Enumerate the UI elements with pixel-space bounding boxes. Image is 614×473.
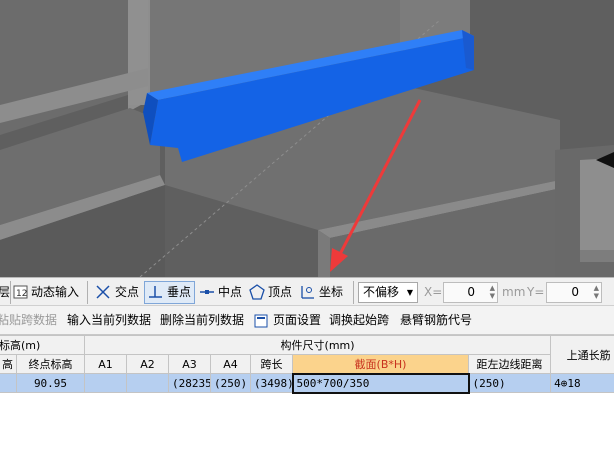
col-header-end-elev[interactable]: 终点标高 [16, 354, 85, 374]
cell-section[interactable]: 500*700/350 [291, 372, 470, 394]
cell-a4[interactable]: (250) [210, 373, 251, 393]
intersection-button[interactable]: 交点 [115, 282, 139, 303]
layer-button[interactable]: 层 [0, 282, 10, 303]
chevron-down-icon: ▼ [406, 288, 413, 297]
spinner-icon[interactable]: ▲ ▼ [589, 284, 599, 301]
col-header-span-length[interactable]: 跨长 [250, 354, 293, 374]
cell-a2[interactable] [126, 373, 169, 393]
separator [353, 281, 354, 304]
intersection-icon [96, 285, 110, 299]
svg-text:12: 12 [16, 289, 27, 299]
paste-span-button[interactable]: 粘贴跨数据 [0, 310, 57, 331]
spinner-icon[interactable]: ▲ ▼ [485, 284, 495, 301]
col-header-top-through-bar[interactable]: 上通长筋 [550, 335, 614, 374]
snap-toolbar: 层 12 动态输入 交点 垂点 中点 顶点 坐标 不偏移 ▼ X= 0 ▲ ▼ m… [0, 277, 614, 306]
col-header-a1[interactable]: A1 [84, 354, 127, 374]
table-row[interactable]: 90.95 (28235 (250) (3498) 500*700/350 (2… [0, 372, 614, 394]
separator [87, 281, 88, 304]
cell-a1[interactable] [84, 373, 127, 393]
coordinate-button[interactable]: 坐标 [319, 282, 343, 303]
cantilever-code-button[interactable]: 悬臂钢筋代号 [400, 310, 472, 331]
separator [10, 281, 11, 304]
col-header-section[interactable]: 截面(B*H) [292, 354, 469, 374]
coordinate-icon [301, 286, 314, 299]
3d-viewport[interactable] [0, 0, 614, 277]
dynamic-input-icon: 12 [13, 285, 28, 299]
page-setup-icon [254, 314, 268, 328]
midpoint-icon [200, 290, 214, 294]
midpoint-button[interactable]: 中点 [218, 282, 242, 303]
col-header-left-edge-distance[interactable]: 距左边线距离 [467, 354, 552, 374]
cell-top-through-bar[interactable]: 4⊕18 [550, 373, 614, 393]
offset-mode-value: 不偏移 [363, 285, 400, 299]
cell-start-elev[interactable] [0, 373, 17, 393]
delete-column-button[interactable]: 删除当前列数据 [160, 310, 244, 331]
perpendicular-button[interactable]: 垂点 [167, 282, 191, 303]
col-header-a4[interactable]: A4 [210, 354, 251, 374]
group-header-elevation: 标高(m) [0, 335, 85, 355]
span-table: 标高(m) 构件尺寸(mm) 上通长筋 高 终点标高 A1 A2 A3 A4 跨… [0, 335, 614, 394]
page-setup-button[interactable]: 页面设置 [273, 310, 321, 331]
span-toolbar: 粘贴跨数据 输入当前列数据 删除当前列数据 页面设置 调换起始跨 悬臂钢筋代号 [0, 306, 614, 335]
adjust-start-span-button[interactable]: 调换起始跨 [329, 310, 389, 331]
col-header-a3[interactable]: A3 [168, 354, 211, 374]
cell-a3[interactable]: (28235 [168, 373, 211, 393]
vertex-button[interactable]: 顶点 [268, 282, 292, 303]
x-offset-value: 0 [467, 285, 475, 299]
cell-span-length[interactable]: (3498) [250, 373, 293, 393]
x-unit: mm [502, 285, 526, 299]
offset-mode-select[interactable]: 不偏移 ▼ [358, 282, 418, 303]
x-label: X= [424, 285, 443, 299]
cell-left-edge-distance[interactable]: (250) [467, 373, 552, 393]
perpendicular-icon [149, 286, 162, 298]
cell-end-elev[interactable]: 90.95 [16, 373, 85, 393]
y-offset-value: 0 [571, 285, 579, 299]
x-offset-input[interactable]: 0 ▲ ▼ [443, 282, 498, 303]
group-header-size: 构件尺寸(mm) [83, 335, 552, 355]
col-header-a2[interactable]: A2 [126, 354, 169, 374]
col-header-start-elev[interactable]: 高 [0, 354, 17, 374]
y-label: Y= [527, 285, 545, 299]
y-offset-input[interactable]: 0 ▲ ▼ [546, 282, 602, 303]
viewport-scene [0, 0, 614, 277]
input-column-button[interactable]: 输入当前列数据 [67, 310, 151, 331]
dynamic-input-button[interactable]: 动态输入 [31, 282, 79, 303]
vertex-icon [249, 284, 265, 300]
